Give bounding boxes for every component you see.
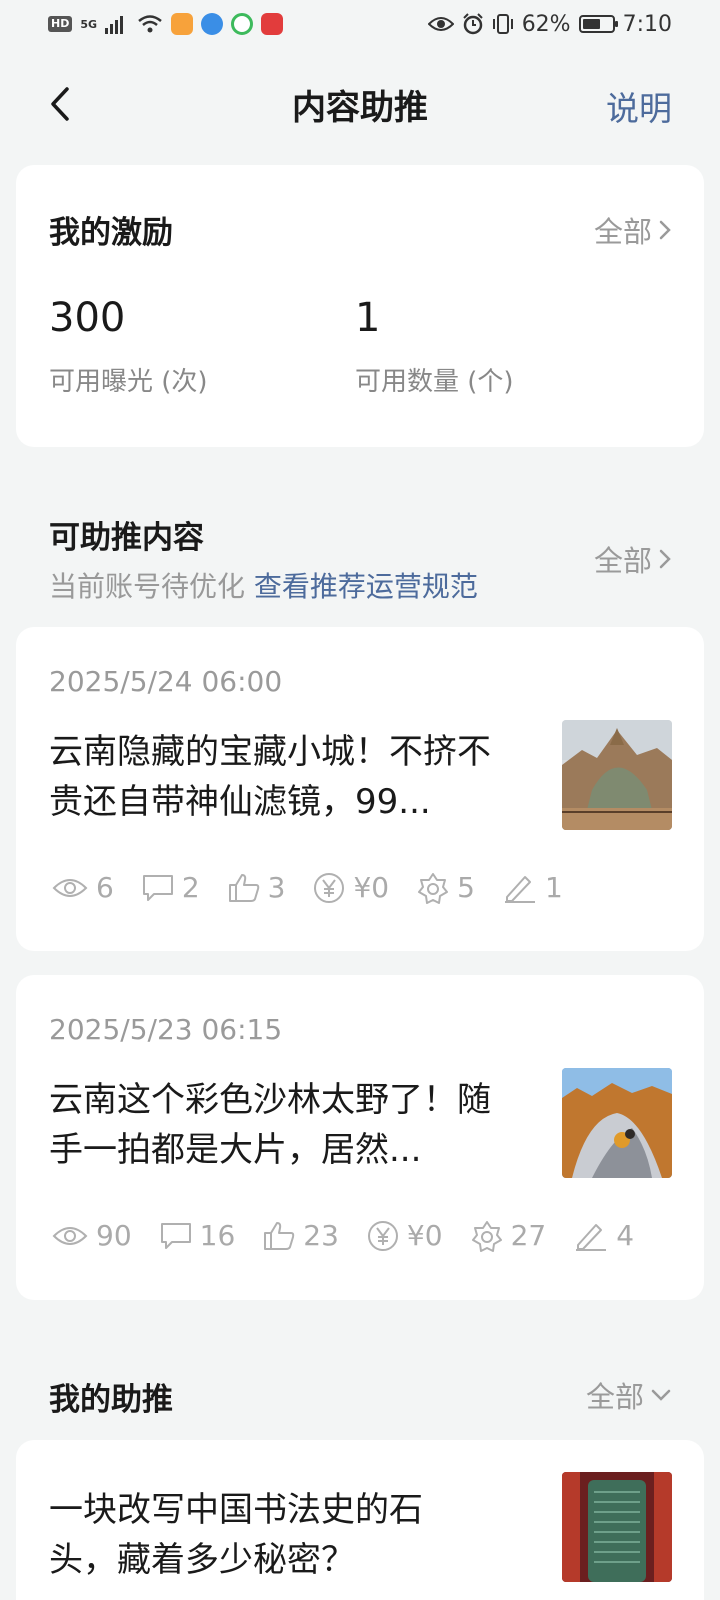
promotable-title: 可助推内容 [49, 520, 204, 556]
likes-stat: 23 [263, 1219, 339, 1252]
edits-count: 4 [616, 1219, 635, 1252]
comments-count: 2 [181, 871, 200, 904]
post-date: 2025/5/24 06:00 [49, 665, 283, 698]
my-boost-all-dropdown[interactable]: 全部 [586, 1374, 672, 1416]
post-date: 2025/5/23 06:15 [49, 1013, 283, 1046]
eye-icon [52, 1226, 88, 1245]
page-title: 内容助推 [292, 87, 428, 128]
favorites-stat: 5 [417, 871, 475, 904]
chevron-right-icon [659, 549, 671, 569]
incentive-title: 我的激励 [49, 215, 173, 251]
video-app-icon [171, 13, 194, 35]
favorites-count: 27 [510, 1219, 547, 1252]
pencil-icon [576, 1223, 607, 1251]
incentive-header: 我的激励 全部 [49, 207, 672, 252]
boost-item-card[interactable]: 一块改写中国书法史的石头，藏着多少秘密？ [16, 1440, 704, 1600]
promotable-header: 可助推内容 当前账号待优化 查看推荐运营规范 全部 [49, 512, 672, 605]
hd-indicator: HD [48, 16, 73, 32]
edits-stat: 1 [503, 871, 563, 904]
count-label: 可用数量 (个) [355, 367, 514, 397]
recycle-app-icon [231, 13, 254, 35]
promotable-all-link[interactable]: 全部 [594, 538, 672, 580]
likes-count: 3 [267, 871, 286, 904]
boost-item-title[interactable]: 一块改写中国书法史的石头，藏着多少秘密？ [49, 1485, 489, 1585]
clock: 7:10 [622, 11, 672, 37]
comments-stat: 2 [142, 871, 200, 904]
income-stat: ¥0 [313, 871, 389, 904]
network-type: 5G [80, 17, 98, 31]
views-stat: 90 [52, 1219, 132, 1252]
yuan-icon [314, 872, 345, 903]
incentive-all-label: 全部 [593, 214, 652, 249]
likes-count: 23 [303, 1219, 339, 1252]
battery-icon [578, 15, 618, 33]
vibrate-icon [492, 14, 513, 34]
exposure-label: 可用曝光 (次) [49, 367, 208, 397]
comments-count: 16 [199, 1219, 236, 1252]
yuan-icon [367, 1220, 398, 1251]
eye-comfort-icon [427, 17, 454, 31]
status-bar: HD 5G 62% 7:10 [0, 0, 720, 48]
my-boost-all-label: 全部 [585, 1380, 644, 1414]
chevron-right-icon [659, 220, 671, 239]
rules-link[interactable]: 查看推荐运营规范 [254, 570, 478, 603]
views-count: 6 [96, 871, 114, 904]
chevron-left-icon [51, 87, 69, 121]
post-card[interactable]: 2025/5/24 06:00 云南隐藏的宝藏小城！不挤不贵还自带神仙滤镜，99… [16, 627, 704, 951]
exposure-value: 300 [49, 295, 126, 341]
post-title[interactable]: 云南这个彩色沙林太野了！随手一拍都是大片，居然... [49, 1075, 519, 1175]
alarm-icon [462, 13, 483, 35]
promotable-subtitle: 当前账号待优化 查看推荐运营规范 [49, 565, 672, 605]
status-left: HD 5G [48, 13, 284, 35]
wifi-icon [138, 15, 162, 33]
account-status-text: 当前账号待优化 [49, 570, 246, 603]
book-app-icon [261, 13, 284, 35]
app-header: 内容助推 说明 [0, 60, 720, 148]
star-badge-icon [418, 872, 449, 904]
star-badge-icon [471, 1220, 502, 1252]
my-boost-header: 我的助推 全部 [49, 1374, 672, 1419]
boost-item-thumbnail[interactable] [562, 1472, 672, 1582]
back-button[interactable] [38, 82, 82, 126]
comment-icon [142, 874, 173, 901]
battery-percent: 62% [521, 11, 571, 37]
post-title[interactable]: 云南隐藏的宝藏小城！不挤不贵还自带神仙滤镜，99... [49, 727, 519, 827]
help-link[interactable]: 说明 [606, 82, 672, 130]
views-count: 90 [96, 1219, 132, 1252]
count-stat: 1 可用数量 (个) [355, 295, 514, 398]
pencil-icon [504, 875, 535, 903]
views-stat: 6 [52, 871, 114, 904]
favorites-stat: 27 [471, 1219, 547, 1252]
post-stats: 6 2 3 ¥0 5 1 [52, 871, 591, 904]
income-amount: ¥0 [406, 1219, 443, 1252]
my-boost-title: 我的助推 [49, 1382, 173, 1418]
incentive-all-link[interactable]: 全部 [594, 209, 672, 251]
post-stats: 90 16 23 ¥0 27 4 [52, 1219, 662, 1252]
incentive-card: 我的激励 全部 300 可用曝光 (次) 1 可用数量 (个) [16, 165, 704, 447]
income-stat: ¥0 [367, 1219, 443, 1252]
signal-icon [105, 16, 124, 34]
comment-icon [160, 1222, 191, 1249]
comments-stat: 16 [160, 1219, 236, 1252]
favorites-count: 5 [457, 871, 475, 904]
post-thumbnail[interactable] [562, 720, 672, 830]
income-amount: ¥0 [353, 871, 390, 904]
eye-icon [52, 878, 88, 897]
edits-stat: 4 [574, 1219, 634, 1252]
chevron-down-icon [651, 1389, 671, 1401]
browser-app-icon [201, 13, 224, 35]
exposure-stat: 300 可用曝光 (次) [49, 295, 208, 398]
post-card[interactable]: 2025/5/23 06:15 云南这个彩色沙林太野了！随手一拍都是大片，居然.… [16, 975, 704, 1300]
likes-stat: 3 [228, 871, 286, 904]
promotable-all-label: 全部 [593, 544, 652, 578]
thumbs-up-icon [228, 873, 259, 902]
count-value: 1 [355, 295, 381, 341]
edits-count: 1 [544, 871, 563, 904]
status-right: 62% 7:10 [427, 11, 672, 37]
thumbs-up-icon [264, 1221, 295, 1250]
post-thumbnail[interactable] [562, 1068, 672, 1178]
